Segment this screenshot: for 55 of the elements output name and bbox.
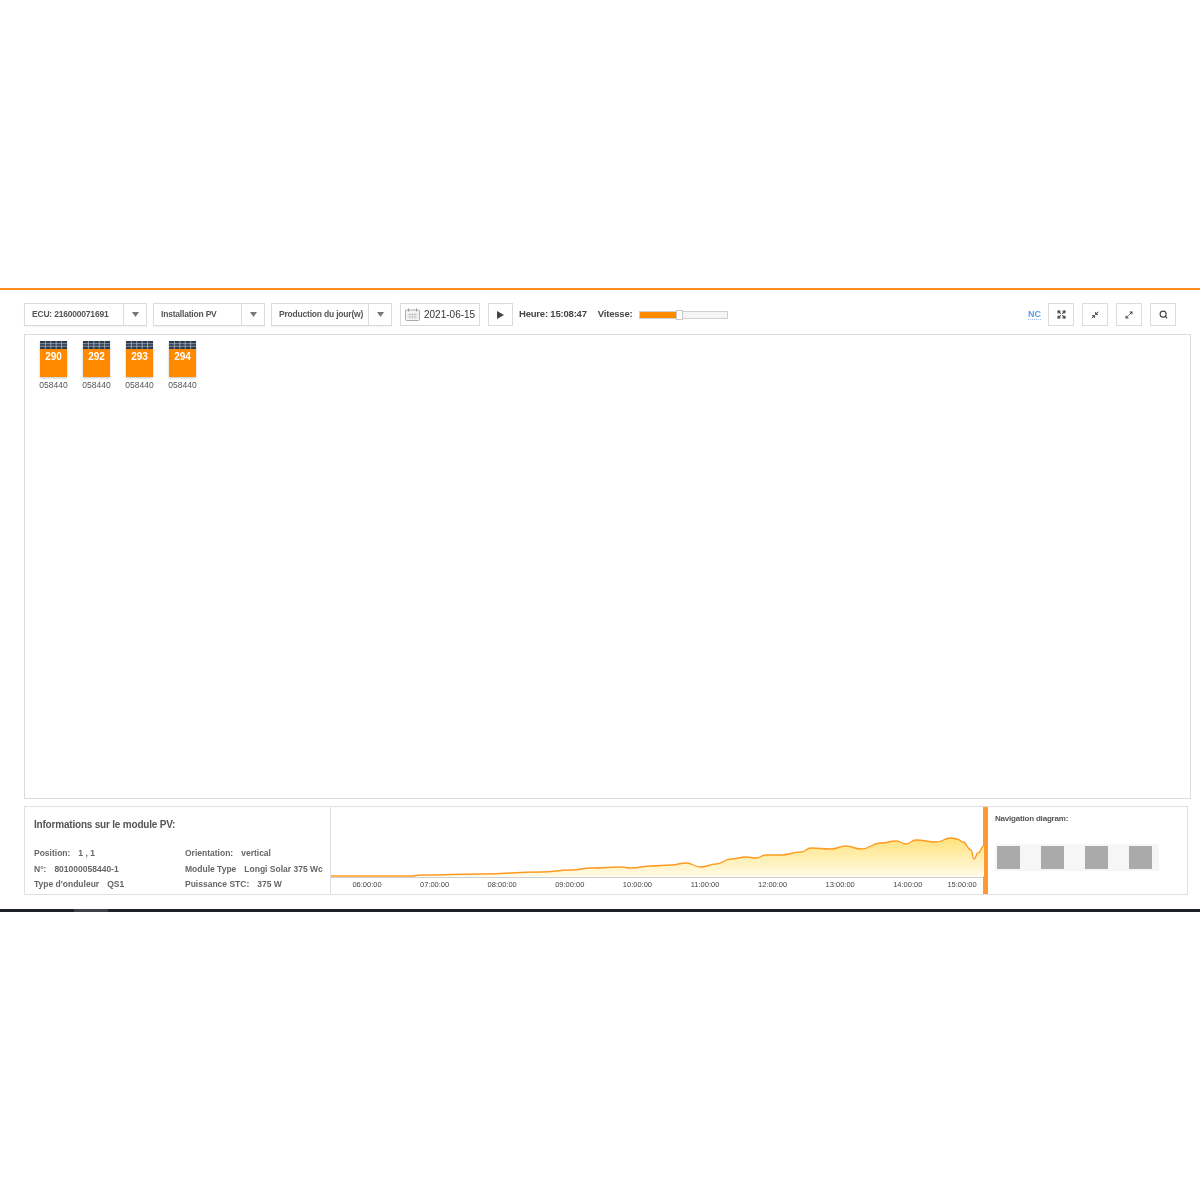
module-serial: 058440: [125, 381, 154, 390]
module-info-title: Informations sur le module PV:: [34, 818, 177, 832]
solar-panel-icon: [126, 341, 153, 349]
field-value: 801000058440-1: [54, 862, 119, 876]
time-cursor[interactable]: [983, 807, 988, 894]
field-value: vertical: [241, 847, 271, 861]
module-tile[interactable]: 290: [40, 349, 67, 377]
fit-view-button[interactable]: [1048, 303, 1074, 326]
field-label: Puissance STC:: [185, 878, 250, 892]
speed-slider[interactable]: [639, 309, 729, 320]
field-value: 375 W: [257, 878, 282, 892]
expand-arrows-icon: [1056, 310, 1066, 319]
zoom-out-button[interactable]: [1082, 303, 1108, 326]
field-value: QS1: [107, 878, 125, 892]
caret-down-icon: [376, 312, 384, 317]
field-value: Longi Solar 375 Wc: [244, 862, 323, 876]
scroll-thumb[interactable]: [74, 909, 108, 912]
module-thumbnail[interactable]: [1041, 846, 1064, 869]
module-thumbnail[interactable]: [1085, 846, 1108, 869]
play-icon: [497, 310, 504, 319]
navigation-title: Navigation diagram:: [995, 813, 1070, 825]
module-serial: 058440: [39, 381, 68, 390]
module-tile[interactable]: 293: [126, 349, 153, 377]
field-label: Orientation:: [185, 847, 234, 861]
calendar-icon: [405, 308, 420, 321]
dropdown-select[interactable]: Production du jour(w): [271, 303, 392, 326]
nc-link[interactable]: NC: [1028, 309, 1041, 320]
search-icon: [1158, 310, 1168, 319]
time-label: Heure: 15:08:47: [519, 307, 587, 322]
dropdown-select[interactable]: Installation PV: [153, 303, 265, 326]
date-field[interactable]: 2021-06-15: [400, 303, 480, 326]
speed-label: Vitesse:: [597, 307, 633, 322]
field-value: 1 , 1: [78, 847, 95, 861]
caret-down-icon: [131, 312, 139, 317]
solar-panel-icon: [83, 341, 110, 349]
module-thumbnail[interactable]: [997, 846, 1020, 869]
solar-panel-icon: [169, 341, 196, 349]
solar-panel-icon: [40, 341, 67, 349]
module-thumbnail[interactable]: [1129, 846, 1152, 869]
dropdown-select[interactable]: ECU: 216000071691: [24, 303, 147, 326]
search-button[interactable]: [1150, 303, 1176, 326]
shrink-icon: [1091, 310, 1099, 319]
field-label: Position:: [34, 847, 71, 861]
caret-down-icon: [249, 312, 257, 317]
play-button[interactable]: [488, 303, 513, 326]
slider-thumb[interactable]: [676, 309, 684, 320]
module-tile[interactable]: 292: [83, 349, 110, 377]
enlarge-icon: [1125, 310, 1133, 319]
field-label: Module Type: [185, 862, 237, 876]
field-label: N°:: [34, 862, 47, 876]
module-serial: 058440: [82, 381, 111, 390]
zoom-in-button[interactable]: [1116, 303, 1142, 326]
module-serial: 058440: [168, 381, 197, 390]
field-label: Type d'onduleur: [34, 878, 100, 892]
module-tile[interactable]: 294: [169, 349, 196, 377]
